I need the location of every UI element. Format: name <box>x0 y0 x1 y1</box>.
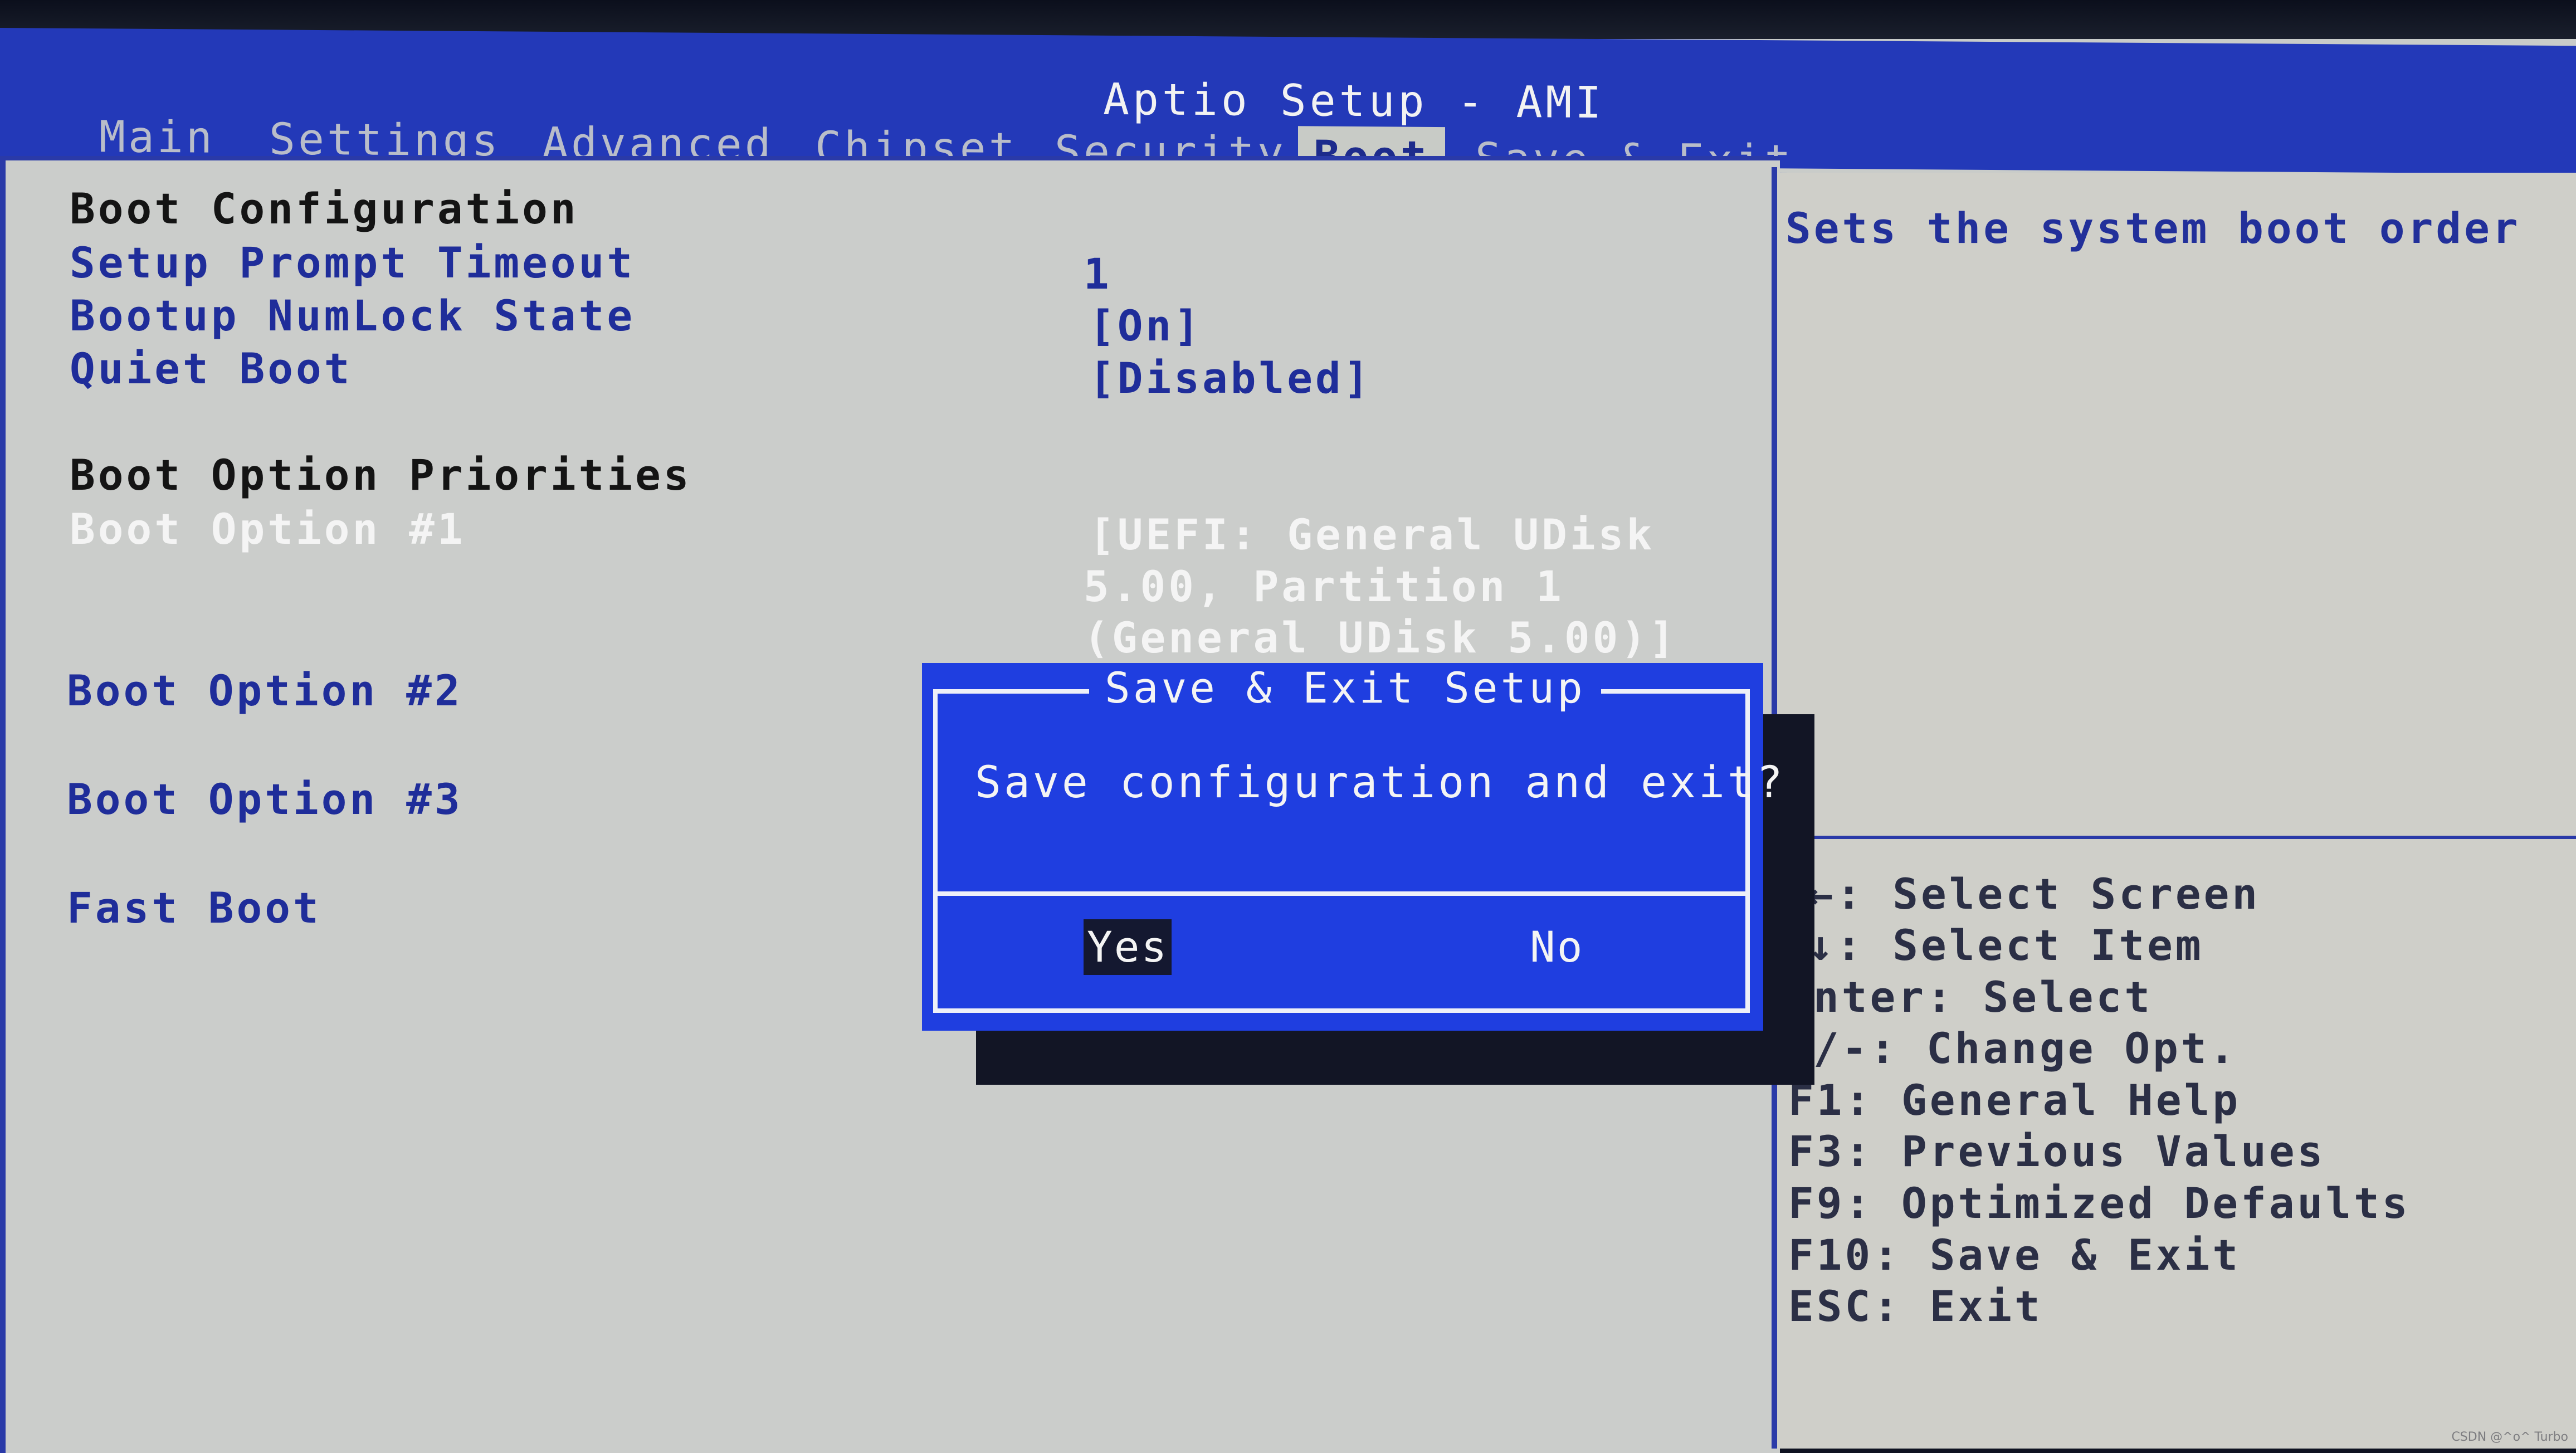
dialog-title: Save & Exit Setup <box>1089 663 1601 713</box>
setup-prompt-timeout-label[interactable]: Setup Prompt Timeout <box>70 238 635 287</box>
boot-option-1-value-line1[interactable]: [UEFI: General UDisk <box>1089 510 1655 559</box>
help-description: Sets the system boot order <box>1785 203 2521 253</box>
dialog-message: Save configuration and exit? <box>975 758 1785 808</box>
setup-prompt-timeout-value[interactable]: 1 <box>1084 249 1112 299</box>
bootup-numlock-label[interactable]: Bootup NumLock State <box>70 291 635 340</box>
section-boot-option-priorities: Boot Option Priorities <box>70 450 692 500</box>
key-hint-optimized-defaults: F9: Optimized Defaults <box>1788 1178 2411 1228</box>
key-hint-change-opt: /-: Change Opt. <box>1813 1023 2238 1073</box>
dialog-separator <box>933 891 1750 896</box>
key-hint-general-help: F1: General Help <box>1788 1075 2241 1125</box>
boot-option-2-label[interactable]: Boot Option #2 <box>67 666 463 715</box>
boot-option-1-value-line2[interactable]: 5.00, Partition 1 <box>1084 562 1564 611</box>
key-hint-select-screen: ←: Select Screen <box>1808 869 2261 919</box>
section-boot-configuration: Boot Configuration <box>70 184 579 233</box>
key-hint-esc-exit: ESC: Exit <box>1788 1281 2043 1331</box>
boot-option-1-label[interactable]: Boot Option #1 <box>70 504 466 554</box>
key-hint-enter-select: nter: Select <box>1813 972 2153 1022</box>
key-hint-previous-values: F3: Previous Values <box>1788 1127 2326 1176</box>
yes-button[interactable]: Yes <box>1084 919 1172 975</box>
help-divider <box>1777 836 2576 839</box>
bios-screen: Aptio Setup - AMI Main Settings Advanced… <box>0 0 2576 1453</box>
dialog-frame <box>933 689 1750 1013</box>
no-button[interactable]: No <box>1526 919 1588 975</box>
boot-option-1-value-line3[interactable]: (General UDisk 5.00)] <box>1084 613 1677 662</box>
save-exit-dialog: Save & Exit Setup Save configuration and… <box>922 663 1783 1031</box>
quiet-boot-value[interactable]: [Disabled] <box>1089 353 1372 403</box>
key-hint-save-exit: F10: Save & Exit <box>1788 1230 2241 1280</box>
boot-option-3-label[interactable]: Boot Option #3 <box>67 774 463 824</box>
quiet-boot-label[interactable]: Quiet Boot <box>70 344 353 393</box>
bootup-numlock-value[interactable]: [On] <box>1089 301 1202 350</box>
watermark: CSDN @^o^ Turbo <box>2451 1430 2568 1444</box>
key-hint-select-item: ↓: Select Item <box>1808 920 2204 970</box>
header-bar: Aptio Setup - AMI Main Settings Advanced… <box>0 28 2576 189</box>
fast-boot-label[interactable]: Fast Boot <box>67 883 321 933</box>
